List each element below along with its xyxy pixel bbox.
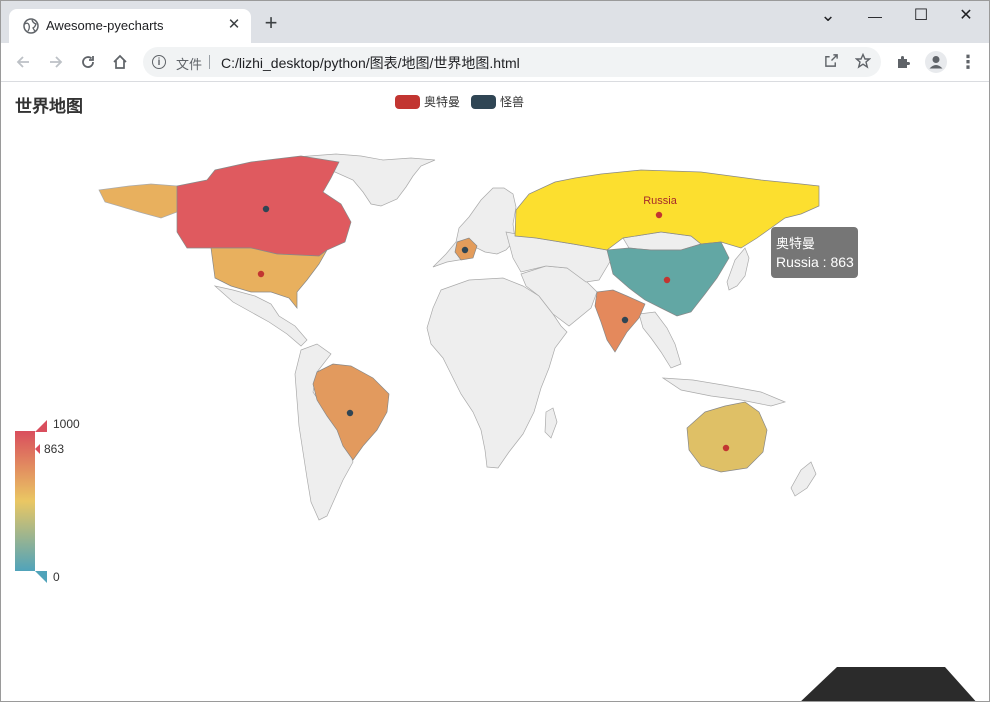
marker-china: [663, 276, 671, 284]
title-bar: Awesome-pyecharts ✕ + ⌄ — ☐ ✕: [1, 1, 989, 43]
tab-search-icon[interactable]: ⌄: [813, 4, 843, 26]
region-madagascar: [544, 407, 558, 439]
minimize-button[interactable]: —: [860, 5, 890, 27]
marker-india: [621, 316, 629, 324]
region-australia: [686, 401, 768, 473]
map-tooltip: 奥特曼 Russia : 863: [771, 227, 858, 278]
marker-australia: [722, 444, 730, 452]
star-icon[interactable]: [854, 52, 872, 71]
overlay-shape: [801, 667, 976, 701]
page-content: 世界地图 奥特曼 怪兽 Russia 1000 863 0 奥特曼 Russia…: [1, 82, 989, 702]
share-icon[interactable]: [822, 53, 840, 71]
region-southeast-asia: [638, 311, 682, 369]
region-europe: [432, 187, 517, 268]
marker-brazil: [346, 409, 354, 417]
globe-icon: [23, 18, 39, 34]
region-africa: [426, 277, 568, 469]
visual-map[interactable]: [15, 420, 47, 583]
tooltip-series: 奥特曼: [776, 236, 816, 251]
browser-window: Awesome-pyecharts ✕ + ⌄ — ☐ ✕ i 文件 C:/li…: [0, 0, 990, 702]
forward-icon[interactable]: [44, 50, 68, 74]
region-united-states: [210, 247, 328, 309]
file-label: 文件: [176, 57, 203, 72]
tab-title: Awesome-pyecharts: [46, 18, 164, 33]
close-window-button[interactable]: ✕: [951, 5, 981, 27]
back-icon[interactable]: [11, 50, 35, 74]
maximize-button[interactable]: ☐: [906, 5, 936, 27]
separator: [209, 55, 210, 69]
tab-close-icon[interactable]: ✕: [224, 15, 244, 35]
visual-map-bar: [15, 431, 35, 571]
visual-map-bottom-handle[interactable]: [35, 571, 47, 583]
marker-france: [461, 246, 469, 254]
region-japan: [726, 247, 750, 291]
profile-icon[interactable]: [925, 51, 947, 73]
marker-united-states: [257, 270, 265, 278]
visual-map-top-handle[interactable]: [35, 420, 47, 432]
region-canada: [176, 155, 352, 257]
menu-icon[interactable]: ⋮: [957, 51, 979, 73]
visual-map-min-label: 0: [53, 570, 60, 584]
world-map[interactable]: Russia: [1, 82, 989, 702]
browser-tab[interactable]: Awesome-pyecharts ✕: [9, 9, 251, 43]
info-icon[interactable]: i: [152, 55, 166, 69]
url-text[interactable]: C:/lizhi_desktop/python/图表/地图/世界地图.html: [221, 53, 520, 73]
home-icon[interactable]: [108, 50, 132, 74]
visual-map-pointer: [35, 444, 40, 454]
map-label-russia: Russia: [643, 195, 678, 207]
region-alaska: [98, 183, 178, 219]
address-bar[interactable]: i 文件 C:/lizhi_desktop/python/图表/地图/世界地图.…: [143, 47, 881, 77]
tooltip-value: Russia : 863: [776, 254, 854, 270]
marker-russia: [655, 211, 663, 219]
region-new-zealand: [790, 461, 817, 497]
browser-toolbar: i 文件 C:/lizhi_desktop/python/图表/地图/世界地图.…: [1, 43, 989, 82]
region-indonesia: [661, 377, 787, 407]
marker-canada: [262, 205, 270, 213]
new-tab-button[interactable]: +: [261, 12, 281, 34]
visual-map-pointer-label: 863: [44, 442, 65, 456]
region-india: [594, 289, 646, 353]
visual-map-max-label: 1000: [53, 417, 80, 431]
extensions-icon[interactable]: [892, 51, 914, 73]
reload-icon[interactable]: [76, 50, 100, 74]
